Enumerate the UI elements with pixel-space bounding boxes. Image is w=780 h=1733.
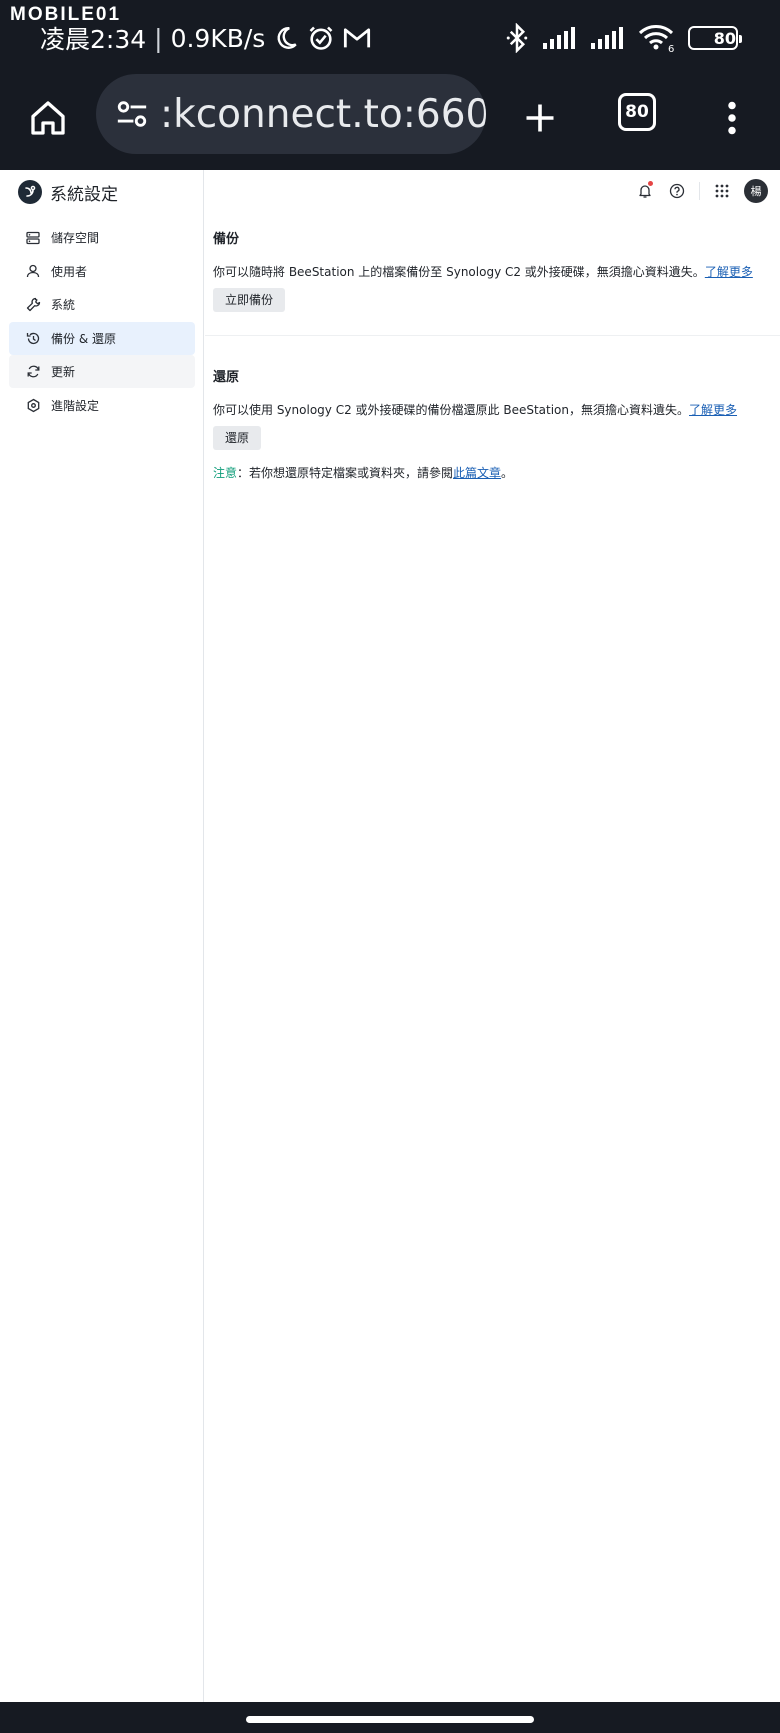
restore-title: 還原 <box>213 370 240 385</box>
svg-text:6: 6 <box>668 44 674 53</box>
status-separator: | <box>154 23 163 53</box>
backup-desc-text: 你可以隨時將 BeeStation 上的檔案備份至 Synology C2 或外… <box>213 265 705 279</box>
sidebar-item-users[interactable]: 使用者 <box>9 255 195 288</box>
menu-icon[interactable] <box>710 92 754 144</box>
sidebar-item-label: 更新 <box>51 365 76 379</box>
backup-section: 備份 你可以隨時將 BeeStation 上的檔案備份至 Synology C2… <box>213 228 780 312</box>
restore-description: 你可以使用 Synology C2 或外接硬碟的備份檔還原此 BeeStatio… <box>213 401 780 418</box>
status-bar: MOBILE01 凌晨2:34 | 0.9KB/s 6 80 <box>0 0 780 72</box>
gesture-handle[interactable] <box>246 1716 534 1723</box>
beestation-logo-icon <box>18 180 42 204</box>
battery-level: 80 <box>713 28 736 48</box>
note-label: 注意 <box>213 466 238 480</box>
hexagon-icon <box>25 397 41 413</box>
sidebar-item-system[interactable]: 系統 <box>9 288 195 321</box>
restore-section: 還原 你可以使用 Synology C2 或外接硬碟的備份檔還原此 BeeSta… <box>213 366 780 481</box>
clock: 凌晨2:34 <box>40 25 147 54</box>
tab-count: 80 <box>625 102 649 122</box>
status-right: 6 80 <box>506 18 742 58</box>
refresh-icon <box>25 364 41 380</box>
moon-icon <box>273 25 299 51</box>
user-icon <box>25 263 41 279</box>
sidebar-item-label: 使用者 <box>51 264 88 279</box>
gmail-icon <box>343 26 371 50</box>
bluetooth-icon <box>506 23 528 53</box>
sidebar-item-storage[interactable]: 儲存空間 <box>9 221 195 254</box>
wifi-icon: 6 <box>638 23 674 53</box>
status-left: 凌晨2:34 | 0.9KB/s <box>40 20 371 56</box>
tabs-icon[interactable]: 80 <box>618 93 656 131</box>
sidebar-item-update[interactable]: 更新 <box>9 355 195 388</box>
restore-button[interactable]: 還原 <box>213 426 262 450</box>
storage-icon <box>25 230 41 246</box>
restore-learn-more-link[interactable]: 了解更多 <box>689 403 737 417</box>
app-title: 系統設定 <box>50 184 118 205</box>
note-text: ：若你想還原特定檔案或資料夾，請參閱 <box>237 466 454 480</box>
system-settings-app: 系統設定 儲存空間 使用者 系統 備份 & 還原 更新 進階設定 楊 備份 你可… <box>0 170 780 1702</box>
signal-icon <box>590 26 624 50</box>
backup-title: 備份 <box>213 232 240 247</box>
alarm-icon <box>307 24 335 52</box>
tune-icon[interactable] <box>108 90 156 138</box>
note-article-link[interactable]: 此篇文章 <box>453 466 501 480</box>
brand: 系統設定 <box>18 176 118 208</box>
restore-note: 注意：若你想還原特定檔案或資料夾，請參閱此篇文章。 <box>213 464 780 481</box>
sidebar-item-label: 備份 & 還原 <box>51 331 116 346</box>
sidebar-item-advanced[interactable]: 進階設定 <box>9 389 195 422</box>
note-end: 。 <box>501 466 514 480</box>
section-divider <box>205 335 780 336</box>
history-icon <box>25 330 41 346</box>
sidebar-item-label: 儲存空間 <box>51 231 100 245</box>
plus-icon[interactable] <box>514 92 566 144</box>
sidebar: 系統設定 儲存空間 使用者 系統 備份 & 還原 更新 進階設定 <box>0 170 204 1702</box>
backup-learn-more-link[interactable]: 了解更多 <box>705 265 753 279</box>
url-bar[interactable]: :kconnect.to:6601 <box>96 74 486 154</box>
sidebar-item-label: 系統 <box>51 298 76 312</box>
settings-nav: 儲存空間 使用者 系統 備份 & 還原 更新 進階設定 <box>9 221 195 422</box>
restore-desc-text: 你可以使用 Synology C2 或外接硬碟的備份檔還原此 BeeStatio… <box>213 403 689 417</box>
backup-now-button[interactable]: 立即備份 <box>213 288 286 312</box>
home-icon[interactable] <box>22 92 74 144</box>
backup-description: 你可以隨時將 BeeStation 上的檔案備份至 Synology C2 或外… <box>213 263 780 280</box>
net-speed: 0.9KB/s <box>170 23 266 53</box>
wrench-icon <box>25 297 41 313</box>
url-text[interactable]: :kconnect.to:6601 <box>160 92 486 137</box>
browser-toolbar: :kconnect.to:6601 80 <box>0 72 780 170</box>
sidebar-item-label: 進階設定 <box>51 398 100 413</box>
main-content: 備份 你可以隨時將 BeeStation 上的檔案備份至 Synology C2… <box>205 170 780 1702</box>
battery-icon: 80 <box>688 26 742 50</box>
signal-icon <box>542 26 576 50</box>
system-nav-bar <box>0 1702 780 1733</box>
sidebar-item-backup-restore[interactable]: 備份 & 還原 <box>9 321 195 355</box>
